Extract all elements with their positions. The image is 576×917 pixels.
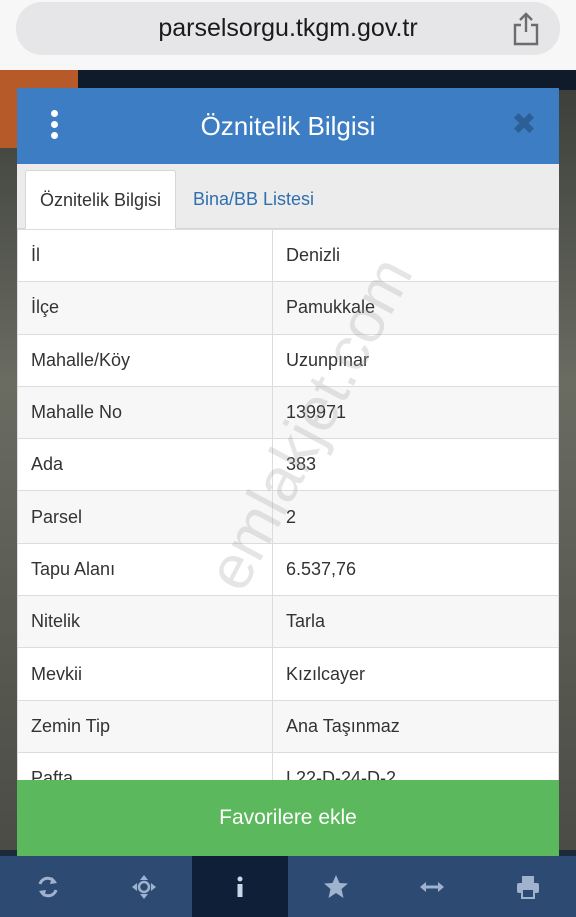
modal-title: Öznitelik Bilgisi bbox=[200, 111, 376, 141]
attribute-value: 383 bbox=[272, 438, 559, 492]
attribute-key: Nitelik bbox=[17, 595, 273, 649]
attribute-key: İl bbox=[17, 229, 273, 283]
tab-building-list[interactable]: Bina/BB Listesi bbox=[179, 170, 328, 229]
attribute-key: Mevkii bbox=[17, 647, 273, 701]
attribute-table: İl Denizli İlçe Pamukkale Mahalle/Köy Uzunpın… bbox=[17, 229, 559, 789]
toolbar-refresh-button[interactable] bbox=[0, 856, 96, 917]
add-favorite-button[interactable]: Favorilere ekle bbox=[17, 780, 559, 856]
table-row: Zemin Tip Ana Taşınmaz bbox=[17, 699, 559, 753]
attribute-value: 139971 bbox=[272, 385, 559, 440]
attribute-value: 2 bbox=[272, 490, 559, 544]
kebab-menu-icon[interactable] bbox=[47, 110, 61, 142]
attribute-key: Ada bbox=[17, 438, 273, 492]
table-row: Tapu Alanı 6.537,76 bbox=[17, 542, 559, 597]
table-row: Mahalle No 139971 bbox=[17, 385, 559, 440]
share-icon[interactable] bbox=[512, 12, 540, 46]
attribute-modal: Öznitelik Bilgisi ✖ Öznitelik Bilgisi Bi… bbox=[17, 88, 559, 856]
attribute-key: Tapu Alanı bbox=[17, 542, 273, 597]
toolbar-measure-button[interactable] bbox=[384, 856, 480, 917]
attribute-value: Tarla bbox=[272, 595, 559, 649]
toolbar-print-button[interactable] bbox=[480, 856, 576, 917]
table-row: Mahalle/Köy Uzunpınar bbox=[17, 333, 559, 387]
toolbar-favorites-button[interactable] bbox=[288, 856, 384, 917]
bottom-toolbar bbox=[0, 856, 576, 917]
tab-bar: Öznitelik Bilgisi Bina/BB Listesi bbox=[17, 164, 559, 229]
url-text[interactable]: parselsorgu.tkgm.gov.tr bbox=[16, 2, 560, 55]
info-icon bbox=[237, 876, 243, 897]
attribute-key: Mahalle/Köy bbox=[17, 333, 273, 387]
table-row: Parsel 2 bbox=[17, 490, 559, 544]
close-icon[interactable]: ✖ bbox=[509, 110, 539, 140]
map-top-strip bbox=[78, 70, 576, 90]
table-row: Ada 383 bbox=[17, 438, 559, 492]
attribute-key: İlçe bbox=[17, 281, 273, 335]
attribute-value: Pamukkale bbox=[272, 281, 559, 335]
print-icon bbox=[517, 875, 539, 899]
refresh-icon bbox=[38, 876, 58, 897]
attribute-value: Ana Taşınmaz bbox=[272, 699, 559, 753]
measure-icon bbox=[420, 881, 444, 892]
url-bar[interactable]: parselsorgu.tkgm.gov.tr bbox=[16, 2, 560, 55]
table-row: İlçe Pamukkale bbox=[17, 281, 559, 335]
attribute-value: 6.537,76 bbox=[272, 542, 559, 597]
attribute-key: Parsel bbox=[17, 490, 273, 544]
attribute-value: Kızılcayer bbox=[272, 647, 559, 701]
browser-bar: parselsorgu.tkgm.gov.tr bbox=[0, 0, 576, 70]
toolbar-locate-button[interactable] bbox=[96, 856, 192, 917]
star-icon bbox=[324, 874, 348, 898]
table-row: Nitelik Tarla bbox=[17, 595, 559, 649]
table-row: Mevkii Kızılcayer bbox=[17, 647, 559, 701]
toolbar-info-button[interactable] bbox=[192, 856, 288, 917]
table-row: İl Denizli bbox=[17, 229, 559, 283]
modal-header: Öznitelik Bilgisi ✖ bbox=[17, 88, 559, 164]
attribute-value: Denizli bbox=[272, 229, 559, 283]
attribute-key: Mahalle No bbox=[17, 385, 273, 440]
locate-icon bbox=[132, 874, 156, 899]
tab-attribute-info[interactable]: Öznitelik Bilgisi bbox=[25, 170, 177, 229]
attribute-value: Uzunpınar bbox=[272, 333, 559, 387]
attribute-key: Zemin Tip bbox=[17, 699, 273, 753]
